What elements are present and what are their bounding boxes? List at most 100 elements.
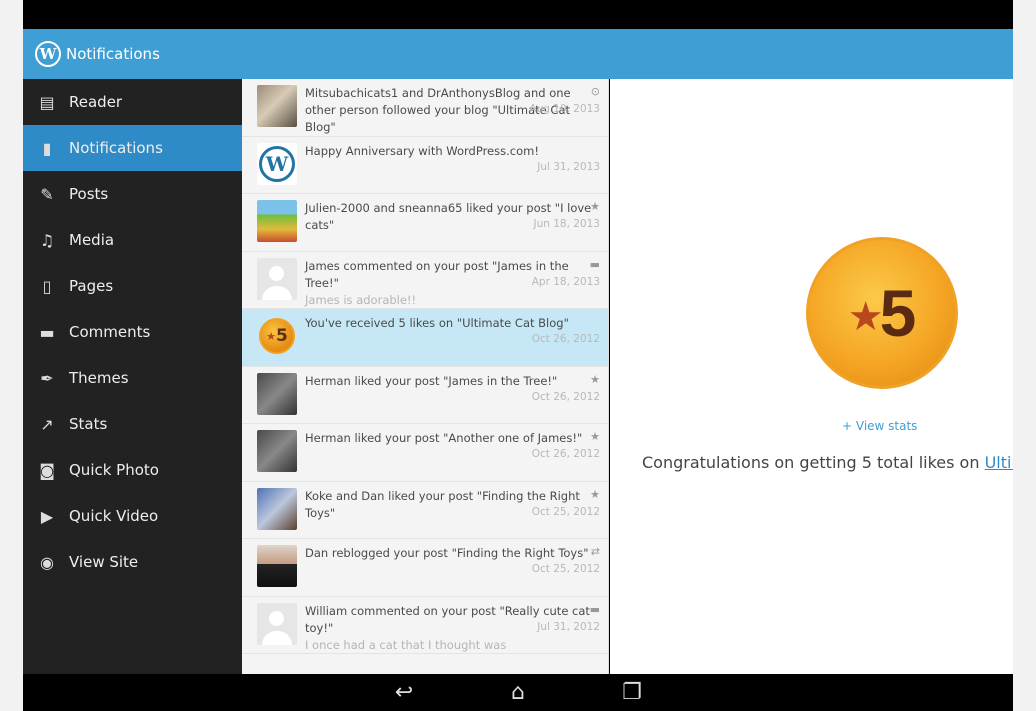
notification-row[interactable]: W Happy Anniversary with WordPress.com! … bbox=[242, 137, 608, 194]
star-icon: ★ bbox=[590, 487, 600, 501]
notification-row[interactable]: Mitsubachicats1 and DrAnthonysBlog and o… bbox=[242, 79, 608, 137]
notification-meta: ⇄ Oct 25, 2012 bbox=[532, 545, 600, 577]
sidebar-item-label: Media bbox=[69, 231, 115, 249]
notifications-icon: ▮ bbox=[42, 138, 52, 158]
notification-meta: ⊙ Aug 10, 2013 bbox=[529, 85, 600, 117]
notification-date: Jul 31, 2012 bbox=[537, 620, 600, 633]
sidebar-item-view-site[interactable]: ◉ View Site bbox=[23, 539, 242, 585]
notification-meta: Jul 31, 2013 bbox=[537, 143, 600, 175]
action-bar: W Notifications bbox=[23, 29, 1013, 79]
notification-date: Jun 18, 2013 bbox=[533, 218, 600, 230]
notification-row[interactable]: Dan reblogged your post "Finding the Rig… bbox=[242, 539, 608, 597]
sidebar-item-posts[interactable]: ✎ Posts bbox=[23, 171, 242, 217]
sidebar-item-media[interactable]: ♫ Media bbox=[23, 217, 242, 263]
avatar: W bbox=[257, 142, 297, 185]
star-icon: ★ bbox=[590, 372, 600, 386]
badge-number: 5 bbox=[276, 326, 288, 346]
navigation-bar: ↩ ⌂ ❐ bbox=[23, 674, 1013, 711]
avatar bbox=[257, 602, 297, 645]
notification-meta: ★ Oct 26, 2012 bbox=[532, 373, 600, 405]
camera-icon: ◙ bbox=[39, 460, 55, 480]
pin-icon: ✎ bbox=[40, 184, 54, 204]
notification-meta: Oct 26, 2012 bbox=[532, 315, 600, 347]
notification-row[interactable]: William commented on your post "Really c… bbox=[242, 597, 608, 654]
stats-icon: ↗ bbox=[40, 414, 54, 434]
notification-meta: ★ Oct 25, 2012 bbox=[532, 488, 600, 520]
star-icon: ★ bbox=[590, 430, 600, 443]
notification-meta: ★ Jun 18, 2013 bbox=[533, 200, 600, 232]
notification-date: Oct 25, 2012 bbox=[531, 505, 600, 518]
sidebar-item-stats[interactable]: ↗ Stats bbox=[23, 401, 242, 447]
sidebar-item-label: Reader bbox=[69, 93, 123, 111]
video-icon: ▶ bbox=[40, 506, 54, 526]
back-icon[interactable]: ↩ bbox=[377, 678, 431, 708]
avatar bbox=[257, 200, 297, 242]
notification-meta: ▬ Jul 31, 2012 bbox=[537, 603, 600, 635]
notification-date: Oct 26, 2012 bbox=[531, 448, 600, 460]
sidebar-item-notifications[interactable]: ▮ Notifications bbox=[23, 125, 242, 171]
star-icon: ★ bbox=[590, 200, 600, 213]
page-title: Notifications bbox=[66, 45, 160, 63]
notification-row[interactable]: Julien-2000 and sneanna65 liked your pos… bbox=[242, 194, 608, 252]
notification-row-selected[interactable]: ★ 5 You've received 5 likes on "Ultimate … bbox=[242, 309, 608, 367]
avatar bbox=[257, 430, 297, 472]
notification-date: Apr 18, 2013 bbox=[531, 275, 600, 288]
home-icon[interactable]: ⌂ bbox=[491, 678, 545, 708]
notification-row[interactable]: Herman liked your post "Another one of J… bbox=[242, 424, 608, 482]
notification-detail: ★ 5 + View stats Congratulations on gett… bbox=[610, 79, 1013, 674]
sidebar-item-comments[interactable]: ▬ Comments bbox=[23, 309, 242, 355]
avatar: ★ 5 bbox=[257, 315, 297, 357]
sidebar-item-reader[interactable]: ▤ Reader bbox=[23, 79, 242, 125]
congrats-message: Congratulations on getting 5 total likes… bbox=[642, 453, 1013, 472]
sidebar-item-pages[interactable]: ▯ Pages bbox=[23, 263, 242, 309]
sidebar-item-label: Comments bbox=[69, 323, 151, 341]
notification-list: Mitsubachicats1 and DrAnthonysBlog and o… bbox=[242, 79, 609, 674]
pages-icon: ▯ bbox=[42, 276, 52, 296]
sidebar-item-themes[interactable]: ✒ Themes bbox=[23, 355, 242, 401]
sidebar-item-label: Posts bbox=[69, 185, 109, 203]
badge-star: ★ bbox=[847, 294, 884, 340]
congrats-text: Congratulations on getting 5 total likes… bbox=[642, 453, 985, 472]
eye-icon: ◉ bbox=[40, 552, 54, 572]
notification-excerpt: I once had a cat that I thought was bbox=[305, 637, 507, 652]
reblog-icon: ⇄ bbox=[590, 545, 600, 558]
media-icon: ♫ bbox=[39, 230, 55, 250]
themes-icon: ✒ bbox=[40, 368, 54, 388]
wordpress-logo-icon: W bbox=[259, 145, 295, 182]
sidebar-item-label: Quick Photo bbox=[69, 461, 159, 479]
notification-date: Aug 10, 2013 bbox=[529, 103, 600, 115]
likes-badge-icon: ★ 5 bbox=[259, 318, 295, 354]
avatar bbox=[257, 257, 297, 300]
comment-icon: ▬ bbox=[589, 602, 600, 616]
follow-icon: ⊙ bbox=[590, 85, 600, 98]
wordpress-logo-icon[interactable]: W bbox=[35, 41, 61, 67]
blank-icon bbox=[537, 143, 600, 157]
notification-date: Oct 26, 2012 bbox=[531, 390, 600, 403]
blank-icon bbox=[532, 315, 600, 329]
blog-link[interactable]: Ultim bbox=[985, 453, 1013, 472]
avatar bbox=[257, 487, 297, 530]
comments-icon: ▬ bbox=[39, 322, 55, 342]
sidebar-item-label: Notifications bbox=[69, 139, 163, 157]
avatar bbox=[257, 545, 297, 587]
reader-icon: ▤ bbox=[39, 92, 55, 112]
notification-row[interactable]: James commented on your post "James in t… bbox=[242, 252, 608, 309]
likes-badge-icon: ★ 5 bbox=[806, 237, 958, 389]
sidebar-item-label: Stats bbox=[69, 415, 108, 433]
sidebar-item-quick-photo[interactable]: ◙ Quick Photo bbox=[23, 447, 242, 493]
comment-icon: ▬ bbox=[589, 257, 600, 271]
notification-row[interactable]: Koke and Dan liked your post "Finding th… bbox=[242, 482, 608, 539]
sidebar-menu: ▤ Reader ▮ Notifications ✎ Posts ♫ Media… bbox=[23, 79, 242, 674]
notification-row[interactable]: Herman liked your post "James in the Tre… bbox=[242, 367, 608, 424]
sidebar-item-label: Quick Video bbox=[69, 507, 159, 525]
notification-date: Jul 31, 2013 bbox=[537, 160, 600, 173]
tablet-screen: W Notifications ▤ Reader ▮ Notifications… bbox=[23, 0, 1013, 711]
badge-star: ★ bbox=[266, 329, 277, 343]
sidebar-item-quick-video[interactable]: ▶ Quick Video bbox=[23, 493, 242, 539]
notification-meta: ▬ Apr 18, 2013 bbox=[532, 258, 600, 290]
notification-excerpt: James is adorable!! bbox=[305, 292, 417, 307]
notification-date: Oct 25, 2012 bbox=[531, 563, 600, 575]
avatar bbox=[257, 372, 297, 415]
view-stats-link[interactable]: + View stats bbox=[842, 419, 917, 433]
recent-apps-icon[interactable]: ❐ bbox=[605, 678, 659, 708]
